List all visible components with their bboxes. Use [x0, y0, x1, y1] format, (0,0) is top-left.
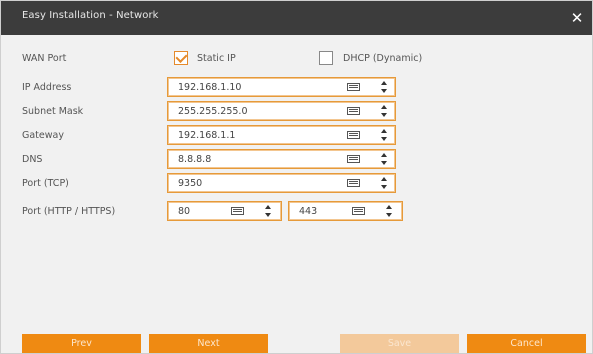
cancel-button[interactable]: Cancel	[467, 334, 586, 353]
network-dialog: Easy Installation - Network ✕ WAN Port S…	[0, 0, 593, 354]
dns-value: 8.8.8.8	[178, 154, 212, 165]
keyboard-icon[interactable]	[347, 107, 360, 115]
title-bar: Easy Installation - Network ✕	[1, 1, 592, 35]
spinner-arrows-icon[interactable]	[379, 103, 389, 119]
wan-port-label: WAN Port	[22, 53, 67, 64]
ip-address-label: IP Address	[22, 82, 72, 93]
keyboard-icon[interactable]	[347, 155, 360, 163]
keyboard-icon[interactable]	[347, 131, 360, 139]
dialog-title: Easy Installation - Network	[22, 10, 159, 21]
port-tcp-value: 9350	[178, 178, 203, 189]
save-button[interactable]: Save	[340, 334, 459, 353]
spinner-arrows-icon[interactable]	[379, 127, 389, 143]
dns-label: DNS	[22, 154, 43, 165]
port-tcp-field[interactable]: 9350	[167, 173, 396, 193]
keyboard-icon[interactable]	[347, 83, 360, 91]
ip-address-value: 192.168.1.10	[178, 82, 242, 93]
dns-field[interactable]: 8.8.8.8	[167, 149, 396, 169]
dhcp-label: DHCP (Dynamic)	[343, 53, 423, 64]
dhcp-checkbox[interactable]	[319, 51, 333, 65]
port-https-field[interactable]: 443	[288, 201, 403, 221]
spinner-arrows-icon[interactable]	[379, 151, 389, 167]
spinner-arrows-icon[interactable]	[379, 79, 389, 95]
close-icon[interactable]: ✕	[569, 10, 585, 26]
subnet-mask-label: Subnet Mask	[22, 106, 84, 117]
port-http-https-label: Port (HTTP / HTTPS)	[22, 206, 116, 217]
spinner-arrows-icon[interactable]	[384, 203, 394, 219]
port-https-value: 443	[299, 206, 318, 217]
keyboard-icon[interactable]	[352, 207, 365, 215]
keyboard-icon[interactable]	[231, 207, 244, 215]
spinner-arrows-icon[interactable]	[379, 175, 389, 191]
port-http-field[interactable]: 80	[167, 201, 282, 221]
static-ip-label: Static IP	[197, 53, 236, 64]
keyboard-icon[interactable]	[347, 179, 360, 187]
gateway-label: Gateway	[22, 130, 64, 141]
port-http-value: 80	[178, 206, 191, 217]
gateway-value: 192.168.1.1	[178, 130, 236, 141]
subnet-mask-value: 255.255.255.0	[178, 106, 248, 117]
prev-button[interactable]: Prev	[22, 334, 141, 353]
spinner-arrows-icon[interactable]	[263, 203, 273, 219]
port-tcp-label: Port (TCP)	[22, 178, 69, 189]
gateway-field[interactable]: 192.168.1.1	[167, 125, 396, 145]
subnet-mask-field[interactable]: 255.255.255.0	[167, 101, 396, 121]
ip-address-field[interactable]: 192.168.1.10	[167, 77, 396, 97]
static-ip-checkbox[interactable]	[174, 51, 188, 65]
next-button[interactable]: Next	[149, 334, 268, 353]
